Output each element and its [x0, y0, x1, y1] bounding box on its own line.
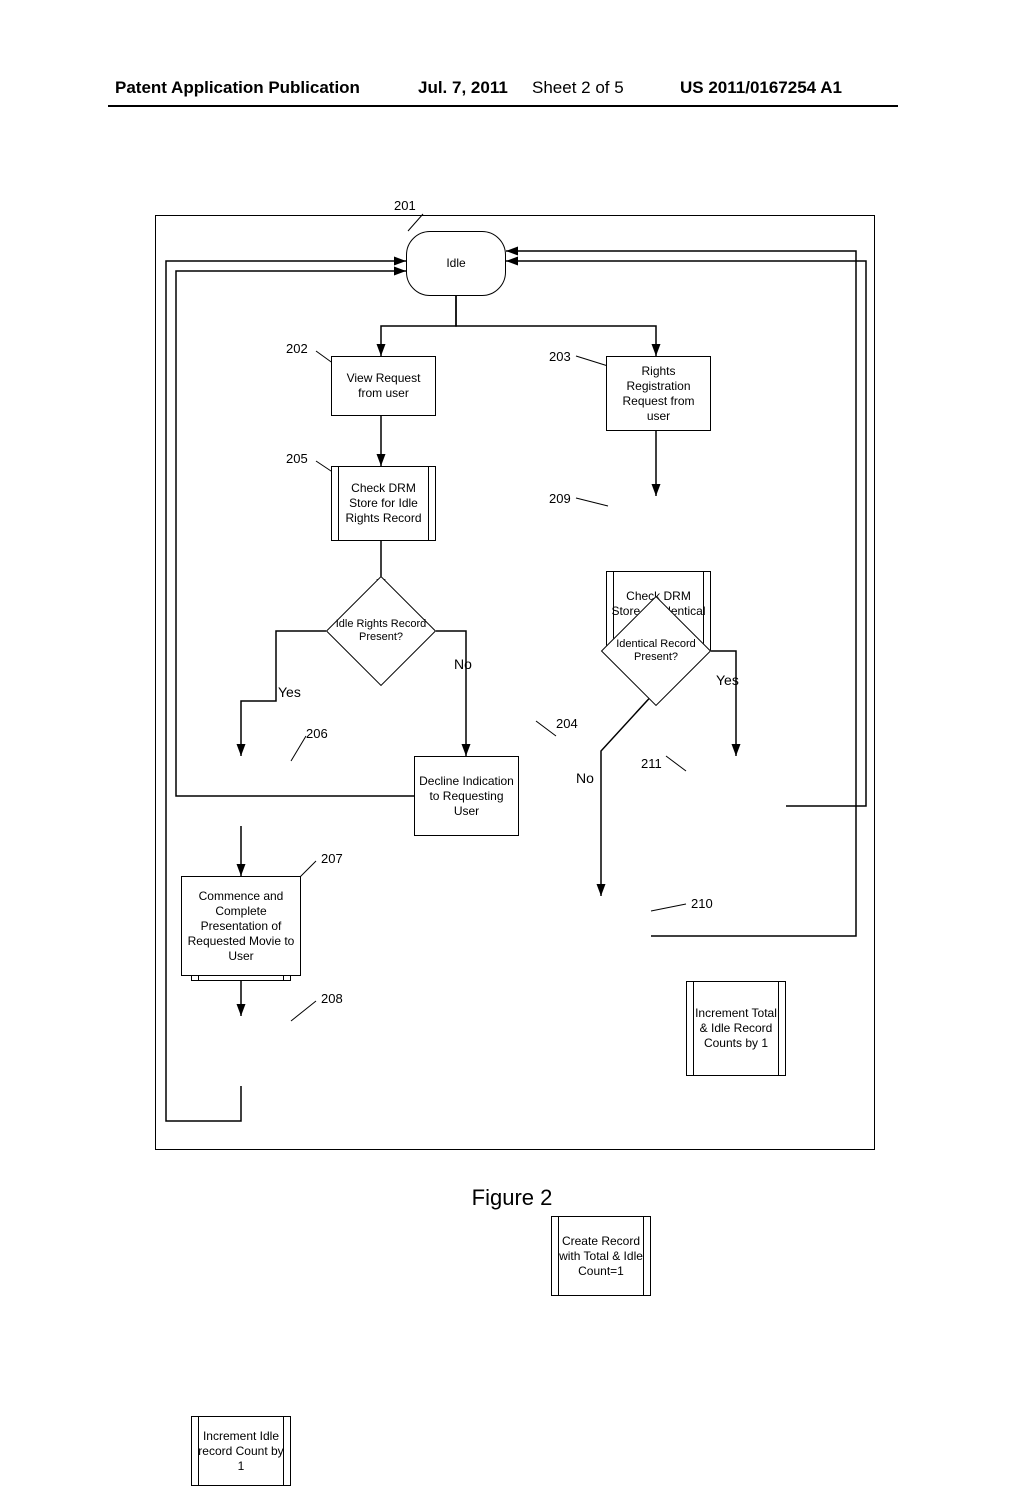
node-decline-indication: Decline Indication to Requesting User: [414, 756, 519, 836]
node-decision-idle-present: Idle Rights Record Present?: [326, 591, 436, 671]
publication-label: Patent Application Publication: [115, 78, 360, 98]
ref-201: 201: [394, 198, 416, 213]
ref-211: 211: [641, 756, 662, 771]
node-label: Increment Total & Idle Record Counts by …: [691, 1006, 781, 1051]
node-label: Create Record with Total & Idle Count=1: [556, 1234, 646, 1279]
edge-label-no-d1: No: [454, 656, 472, 672]
node-label: Idle: [446, 256, 465, 271]
ref-205: 205: [286, 451, 308, 466]
node-label: Rights Registration Request from user: [611, 364, 706, 424]
node-label: Increment Idle record Count by 1: [196, 1429, 286, 1474]
node-increment-idle: Increment Idle record Count by 1: [191, 1416, 291, 1486]
node-create-record: Create Record with Total & Idle Count=1: [551, 1216, 651, 1296]
node-commence-presentation: Commence and Complete Presentation of Re…: [181, 876, 301, 976]
node-label: Identical Record Present?: [601, 638, 711, 664]
ref-209: 209: [549, 491, 571, 506]
ref-207: 207: [321, 851, 343, 866]
ref-206: 206: [306, 726, 328, 741]
ref-208: 208: [321, 991, 343, 1006]
node-view-request: View Request from user: [331, 356, 436, 416]
node-label: Idle Rights Record Present?: [326, 618, 436, 644]
edge-label-no-d2: No: [576, 770, 594, 786]
ref-203: 203: [549, 349, 571, 364]
figure-caption: Figure 2: [0, 1185, 1024, 1211]
publication-date: Jul. 7, 2011: [418, 78, 508, 98]
header-rule: [108, 105, 898, 107]
node-decision-identical-present: Identical Record Present?: [601, 611, 711, 691]
node-check-drm-idle: Check DRM Store for Idle Rights Record: [331, 466, 436, 541]
ref-204: 204: [556, 716, 578, 731]
publication-number: US 2011/0167254 A1: [680, 78, 842, 98]
edge-label-yes-d1: Yes: [278, 684, 301, 700]
flowchart: Idle View Request from user Rights Regis…: [155, 215, 875, 1150]
node-idle: Idle: [406, 231, 506, 296]
edge-label-yes-d2: Yes: [716, 672, 739, 688]
node-label: Decline Indication to Requesting User: [419, 774, 514, 819]
node-rights-registration-request: Rights Registration Request from user: [606, 356, 711, 431]
node-label: View Request from user: [336, 371, 431, 401]
ref-210: 210: [691, 896, 713, 911]
node-label: Check DRM Store for Idle Rights Record: [336, 481, 431, 526]
node-label: Commence and Complete Presentation of Re…: [186, 889, 296, 964]
node-increment-total-idle: Increment Total & Idle Record Counts by …: [686, 981, 786, 1076]
ref-202: 202: [286, 341, 308, 356]
page: Patent Application Publication Jul. 7, 2…: [0, 0, 1024, 1320]
sheet-number: Sheet 2 of 5: [532, 78, 624, 98]
